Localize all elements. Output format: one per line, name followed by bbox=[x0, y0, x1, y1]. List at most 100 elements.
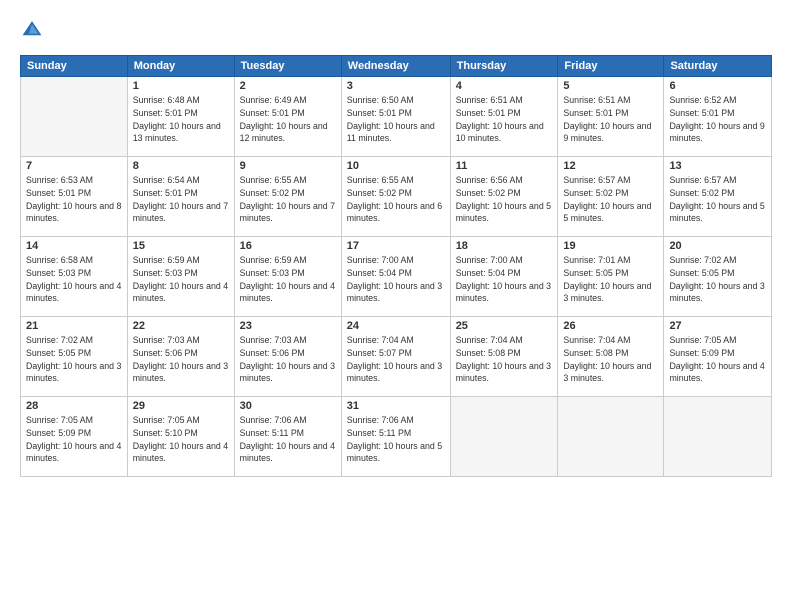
day-info: Sunrise: 7:02 AMSunset: 5:05 PMDaylight:… bbox=[669, 254, 766, 305]
day-number: 10 bbox=[347, 160, 445, 172]
day-info: Sunrise: 7:01 AMSunset: 5:05 PMDaylight:… bbox=[563, 254, 658, 305]
day-number: 12 bbox=[563, 160, 658, 172]
calendar-cell: 22 Sunrise: 7:03 AMSunset: 5:06 PMDaylig… bbox=[127, 317, 234, 397]
calendar-cell: 4 Sunrise: 6:51 AMSunset: 5:01 PMDayligh… bbox=[450, 77, 558, 157]
day-number: 28 bbox=[26, 400, 122, 412]
day-info: Sunrise: 6:57 AMSunset: 5:02 PMDaylight:… bbox=[563, 174, 658, 225]
calendar-cell: 14 Sunrise: 6:58 AMSunset: 5:03 PMDaylig… bbox=[21, 237, 128, 317]
day-info: Sunrise: 7:06 AMSunset: 5:11 PMDaylight:… bbox=[240, 414, 336, 465]
day-info: Sunrise: 6:56 AMSunset: 5:02 PMDaylight:… bbox=[456, 174, 553, 225]
day-number: 9 bbox=[240, 160, 336, 172]
day-number: 16 bbox=[240, 240, 336, 252]
calendar-cell: 13 Sunrise: 6:57 AMSunset: 5:02 PMDaylig… bbox=[664, 157, 772, 237]
calendar-cell: 18 Sunrise: 7:00 AMSunset: 5:04 PMDaylig… bbox=[450, 237, 558, 317]
day-info: Sunrise: 6:55 AMSunset: 5:02 PMDaylight:… bbox=[347, 174, 445, 225]
day-info: Sunrise: 7:04 AMSunset: 5:07 PMDaylight:… bbox=[347, 334, 445, 385]
day-number: 1 bbox=[133, 80, 229, 92]
day-info: Sunrise: 6:58 AMSunset: 5:03 PMDaylight:… bbox=[26, 254, 122, 305]
day-number: 22 bbox=[133, 320, 229, 332]
calendar-cell: 28 Sunrise: 7:05 AMSunset: 5:09 PMDaylig… bbox=[21, 397, 128, 477]
calendar-cell: 23 Sunrise: 7:03 AMSunset: 5:06 PMDaylig… bbox=[234, 317, 341, 397]
col-header-thursday: Thursday bbox=[450, 56, 558, 77]
week-row-0: 1 Sunrise: 6:48 AMSunset: 5:01 PMDayligh… bbox=[21, 77, 772, 157]
calendar-cell: 15 Sunrise: 6:59 AMSunset: 5:03 PMDaylig… bbox=[127, 237, 234, 317]
calendar-header-row: SundayMondayTuesdayWednesdayThursdayFrid… bbox=[21, 56, 772, 77]
day-number: 6 bbox=[669, 80, 766, 92]
day-number: 31 bbox=[347, 400, 445, 412]
day-info: Sunrise: 7:03 AMSunset: 5:06 PMDaylight:… bbox=[133, 334, 229, 385]
day-number: 5 bbox=[563, 80, 658, 92]
calendar-cell: 21 Sunrise: 7:02 AMSunset: 5:05 PMDaylig… bbox=[21, 317, 128, 397]
calendar-cell: 11 Sunrise: 6:56 AMSunset: 5:02 PMDaylig… bbox=[450, 157, 558, 237]
day-info: Sunrise: 6:52 AMSunset: 5:01 PMDaylight:… bbox=[669, 94, 766, 145]
col-header-sunday: Sunday bbox=[21, 56, 128, 77]
day-info: Sunrise: 6:59 AMSunset: 5:03 PMDaylight:… bbox=[240, 254, 336, 305]
page: SundayMondayTuesdayWednesdayThursdayFrid… bbox=[0, 0, 792, 612]
week-row-1: 7 Sunrise: 6:53 AMSunset: 5:01 PMDayligh… bbox=[21, 157, 772, 237]
day-number: 20 bbox=[669, 240, 766, 252]
calendar-cell: 31 Sunrise: 7:06 AMSunset: 5:11 PMDaylig… bbox=[341, 397, 450, 477]
calendar-cell bbox=[450, 397, 558, 477]
calendar-cell: 9 Sunrise: 6:55 AMSunset: 5:02 PMDayligh… bbox=[234, 157, 341, 237]
day-number: 3 bbox=[347, 80, 445, 92]
day-info: Sunrise: 7:04 AMSunset: 5:08 PMDaylight:… bbox=[563, 334, 658, 385]
day-info: Sunrise: 7:00 AMSunset: 5:04 PMDaylight:… bbox=[456, 254, 553, 305]
day-info: Sunrise: 6:54 AMSunset: 5:01 PMDaylight:… bbox=[133, 174, 229, 225]
calendar-cell bbox=[664, 397, 772, 477]
day-info: Sunrise: 7:04 AMSunset: 5:08 PMDaylight:… bbox=[456, 334, 553, 385]
day-info: Sunrise: 6:55 AMSunset: 5:02 PMDaylight:… bbox=[240, 174, 336, 225]
day-number: 18 bbox=[456, 240, 553, 252]
day-number: 24 bbox=[347, 320, 445, 332]
day-info: Sunrise: 6:53 AMSunset: 5:01 PMDaylight:… bbox=[26, 174, 122, 225]
calendar-body: 1 Sunrise: 6:48 AMSunset: 5:01 PMDayligh… bbox=[21, 77, 772, 477]
calendar-cell: 3 Sunrise: 6:50 AMSunset: 5:01 PMDayligh… bbox=[341, 77, 450, 157]
header bbox=[20, 18, 772, 45]
day-info: Sunrise: 6:49 AMSunset: 5:01 PMDaylight:… bbox=[240, 94, 336, 145]
day-number: 17 bbox=[347, 240, 445, 252]
day-info: Sunrise: 6:51 AMSunset: 5:01 PMDaylight:… bbox=[456, 94, 553, 145]
day-number: 2 bbox=[240, 80, 336, 92]
day-info: Sunrise: 7:05 AMSunset: 5:09 PMDaylight:… bbox=[26, 414, 122, 465]
week-row-2: 14 Sunrise: 6:58 AMSunset: 5:03 PMDaylig… bbox=[21, 237, 772, 317]
logo-icon bbox=[21, 18, 43, 40]
calendar-cell: 30 Sunrise: 7:06 AMSunset: 5:11 PMDaylig… bbox=[234, 397, 341, 477]
day-number: 13 bbox=[669, 160, 766, 172]
col-header-tuesday: Tuesday bbox=[234, 56, 341, 77]
week-row-3: 21 Sunrise: 7:02 AMSunset: 5:05 PMDaylig… bbox=[21, 317, 772, 397]
calendar-cell: 16 Sunrise: 6:59 AMSunset: 5:03 PMDaylig… bbox=[234, 237, 341, 317]
calendar-cell: 1 Sunrise: 6:48 AMSunset: 5:01 PMDayligh… bbox=[127, 77, 234, 157]
calendar-cell: 6 Sunrise: 6:52 AMSunset: 5:01 PMDayligh… bbox=[664, 77, 772, 157]
calendar-cell: 24 Sunrise: 7:04 AMSunset: 5:07 PMDaylig… bbox=[341, 317, 450, 397]
day-number: 23 bbox=[240, 320, 336, 332]
day-info: Sunrise: 6:50 AMSunset: 5:01 PMDaylight:… bbox=[347, 94, 445, 145]
calendar-cell: 5 Sunrise: 6:51 AMSunset: 5:01 PMDayligh… bbox=[558, 77, 664, 157]
calendar-cell: 12 Sunrise: 6:57 AMSunset: 5:02 PMDaylig… bbox=[558, 157, 664, 237]
calendar-cell: 17 Sunrise: 7:00 AMSunset: 5:04 PMDaylig… bbox=[341, 237, 450, 317]
day-number: 8 bbox=[133, 160, 229, 172]
day-info: Sunrise: 7:02 AMSunset: 5:05 PMDaylight:… bbox=[26, 334, 122, 385]
calendar-cell: 7 Sunrise: 6:53 AMSunset: 5:01 PMDayligh… bbox=[21, 157, 128, 237]
day-info: Sunrise: 7:00 AMSunset: 5:04 PMDaylight:… bbox=[347, 254, 445, 305]
col-header-wednesday: Wednesday bbox=[341, 56, 450, 77]
calendar-cell bbox=[558, 397, 664, 477]
col-header-saturday: Saturday bbox=[664, 56, 772, 77]
day-number: 26 bbox=[563, 320, 658, 332]
calendar-cell: 25 Sunrise: 7:04 AMSunset: 5:08 PMDaylig… bbox=[450, 317, 558, 397]
calendar-cell: 10 Sunrise: 6:55 AMSunset: 5:02 PMDaylig… bbox=[341, 157, 450, 237]
day-number: 4 bbox=[456, 80, 553, 92]
calendar-cell: 19 Sunrise: 7:01 AMSunset: 5:05 PMDaylig… bbox=[558, 237, 664, 317]
day-number: 30 bbox=[240, 400, 336, 412]
day-info: Sunrise: 7:05 AMSunset: 5:09 PMDaylight:… bbox=[669, 334, 766, 385]
day-info: Sunrise: 6:48 AMSunset: 5:01 PMDaylight:… bbox=[133, 94, 229, 145]
calendar-cell: 27 Sunrise: 7:05 AMSunset: 5:09 PMDaylig… bbox=[664, 317, 772, 397]
day-number: 29 bbox=[133, 400, 229, 412]
calendar-cell: 26 Sunrise: 7:04 AMSunset: 5:08 PMDaylig… bbox=[558, 317, 664, 397]
day-number: 7 bbox=[26, 160, 122, 172]
calendar-cell bbox=[21, 77, 128, 157]
day-number: 25 bbox=[456, 320, 553, 332]
col-header-friday: Friday bbox=[558, 56, 664, 77]
day-info: Sunrise: 7:06 AMSunset: 5:11 PMDaylight:… bbox=[347, 414, 445, 465]
day-number: 21 bbox=[26, 320, 122, 332]
col-header-monday: Monday bbox=[127, 56, 234, 77]
calendar-table: SundayMondayTuesdayWednesdayThursdayFrid… bbox=[20, 55, 772, 477]
